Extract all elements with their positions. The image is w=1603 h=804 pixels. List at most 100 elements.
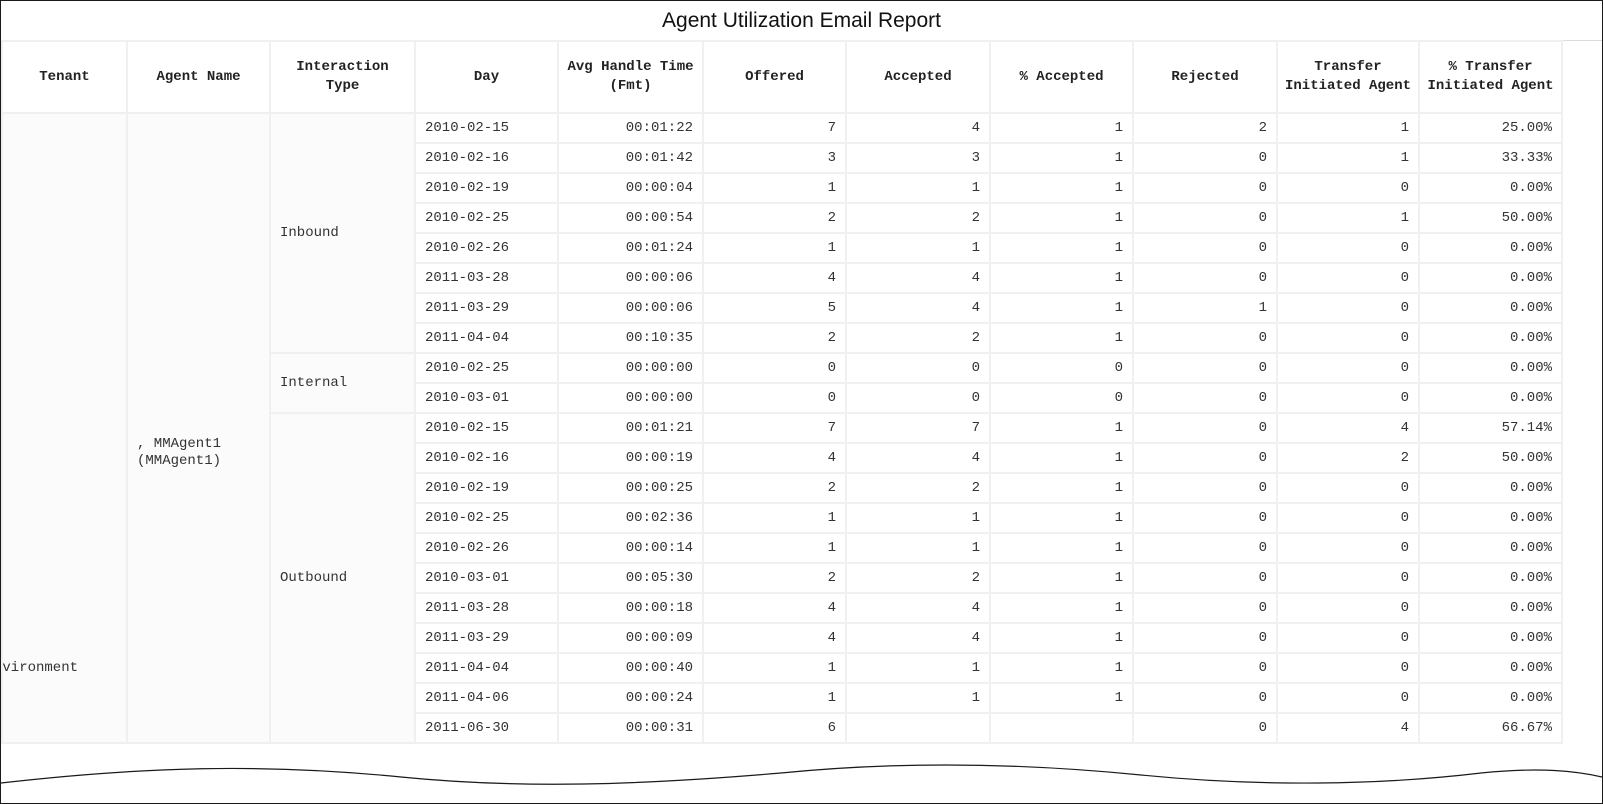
col-header-accepted[interactable]: Accepted bbox=[845, 40, 991, 114]
avg-handle-time-cell: 00:01:42 bbox=[557, 142, 704, 174]
offered-cell: 4 bbox=[702, 262, 847, 294]
col-header-agent-name[interactable]: Agent Name bbox=[126, 40, 271, 114]
transfer-initiated-cell: 0 bbox=[1276, 382, 1420, 414]
report-frame: Agent Utilization Email Report Tenant Ag… bbox=[0, 0, 1603, 804]
pct-transfer-initiated-cell: 57.14% bbox=[1418, 412, 1563, 444]
transfer-initiated-cell: 1 bbox=[1276, 202, 1420, 234]
pct-transfer-initiated-cell: 0.00% bbox=[1418, 382, 1563, 414]
transfer-initiated-cell: 0 bbox=[1276, 232, 1420, 264]
pct-transfer-initiated-cell: 0.00% bbox=[1418, 562, 1563, 594]
day-cell: 2010-02-16 bbox=[414, 142, 559, 174]
pct-accepted-cell: 1 bbox=[989, 532, 1134, 564]
transfer-initiated-cell: 0 bbox=[1276, 292, 1420, 324]
pct-transfer-initiated-cell: 0.00% bbox=[1418, 322, 1563, 354]
day-cell: 2010-02-16 bbox=[414, 442, 559, 474]
pct-transfer-initiated-cell: 0.00% bbox=[1418, 232, 1563, 264]
transfer-initiated-cell: 0 bbox=[1276, 502, 1420, 534]
day-cell: 2010-03-01 bbox=[414, 382, 559, 414]
avg-handle-time-cell: 00:00:00 bbox=[557, 382, 704, 414]
avg-handle-time-cell: 00:00:24 bbox=[557, 682, 704, 714]
rejected-cell: 0 bbox=[1132, 622, 1278, 654]
pct-accepted-cell: 1 bbox=[989, 292, 1134, 324]
accepted-cell: 1 bbox=[845, 232, 991, 264]
col-header-rejected[interactable]: Rejected bbox=[1132, 40, 1278, 114]
offered-cell: 6 bbox=[702, 712, 847, 744]
avg-handle-time-cell: 00:01:24 bbox=[557, 232, 704, 264]
day-cell: 2010-02-25 bbox=[414, 202, 559, 234]
agent-name-cell: , MMAgent1 (MMAgent1) bbox=[126, 112, 271, 744]
col-header-day[interactable]: Day bbox=[414, 40, 559, 114]
day-cell: 2011-04-04 bbox=[414, 652, 559, 684]
col-header-pct-accepted[interactable]: % Accepted bbox=[989, 40, 1134, 114]
rejected-cell: 0 bbox=[1132, 412, 1278, 444]
pct-transfer-initiated-cell: 50.00% bbox=[1418, 442, 1563, 474]
interaction-type-cell: Inbound bbox=[269, 112, 416, 354]
pct-transfer-initiated-cell: 33.33% bbox=[1418, 142, 1563, 174]
avg-handle-time-cell: 00:00:31 bbox=[557, 712, 704, 744]
avg-handle-time-cell: 00:02:36 bbox=[557, 502, 704, 534]
day-cell: 2010-02-25 bbox=[414, 502, 559, 534]
transfer-initiated-cell: 0 bbox=[1276, 622, 1420, 654]
day-cell: 2010-02-25 bbox=[414, 352, 559, 384]
rejected-cell: 0 bbox=[1132, 472, 1278, 504]
rejected-cell: 0 bbox=[1132, 232, 1278, 264]
pct-accepted-cell: 0 bbox=[989, 382, 1134, 414]
accepted-cell: 1 bbox=[845, 172, 991, 204]
rejected-cell: 2 bbox=[1132, 112, 1278, 144]
day-cell: 2010-02-15 bbox=[414, 412, 559, 444]
pct-transfer-initiated-cell: 0.00% bbox=[1418, 592, 1563, 624]
day-cell: 2011-03-29 bbox=[414, 292, 559, 324]
transfer-initiated-cell: 0 bbox=[1276, 172, 1420, 204]
offered-cell: 7 bbox=[702, 412, 847, 444]
offered-cell: 2 bbox=[702, 322, 847, 354]
pct-transfer-initiated-cell: 25.00% bbox=[1418, 112, 1563, 144]
transfer-initiated-cell: 4 bbox=[1276, 412, 1420, 444]
transfer-initiated-cell: 0 bbox=[1276, 352, 1420, 384]
pct-transfer-initiated-cell: 0.00% bbox=[1418, 622, 1563, 654]
col-header-tenant[interactable]: Tenant bbox=[1, 40, 128, 114]
col-header-interaction-type[interactable]: Interaction Type bbox=[269, 40, 416, 114]
pct-transfer-initiated-cell: 0.00% bbox=[1418, 682, 1563, 714]
table-row[interactable]: nvironment, MMAgent1 (MMAgent1) Inbound 20… bbox=[1, 112, 1563, 744]
pct-accepted-cell: 1 bbox=[989, 652, 1134, 684]
pct-accepted-cell: 1 bbox=[989, 622, 1134, 654]
agent-name: , MMAgent1 (MMAgent1) bbox=[137, 436, 222, 469]
rejected-cell: 1 bbox=[1132, 292, 1278, 324]
offered-cell: 1 bbox=[702, 172, 847, 204]
transfer-initiated-cell: 0 bbox=[1276, 322, 1420, 354]
pct-accepted-cell: 1 bbox=[989, 442, 1134, 474]
day-cell: 2011-04-04 bbox=[414, 322, 559, 354]
avg-handle-time-cell: 00:05:30 bbox=[557, 562, 704, 594]
accepted-cell: 4 bbox=[845, 292, 991, 324]
rejected-cell: 0 bbox=[1132, 262, 1278, 294]
accepted-cell: 1 bbox=[845, 532, 991, 564]
transfer-initiated-cell: 0 bbox=[1276, 652, 1420, 684]
accepted-cell: 1 bbox=[845, 502, 991, 534]
avg-handle-time-cell: 00:01:21 bbox=[557, 412, 704, 444]
pct-transfer-initiated-cell: 0.00% bbox=[1418, 532, 1563, 564]
transfer-initiated-cell: 1 bbox=[1276, 112, 1420, 144]
pct-transfer-initiated-cell: 66.67% bbox=[1418, 712, 1563, 744]
transfer-initiated-cell: 2 bbox=[1276, 442, 1420, 474]
col-header-offered[interactable]: Offered bbox=[702, 40, 847, 114]
offered-cell: 7 bbox=[702, 112, 847, 144]
pct-accepted-cell: 1 bbox=[989, 112, 1134, 144]
avg-handle-time-cell: 00:00:09 bbox=[557, 622, 704, 654]
tenant-cell: nvironment bbox=[1, 112, 128, 744]
rejected-cell: 0 bbox=[1132, 592, 1278, 624]
avg-handle-time-cell: 00:00:06 bbox=[557, 262, 704, 294]
pct-transfer-initiated-cell: 0.00% bbox=[1418, 472, 1563, 504]
avg-handle-time-cell: 00:00:40 bbox=[557, 652, 704, 684]
pct-accepted-cell: 1 bbox=[989, 232, 1134, 264]
pct-accepted-cell: 1 bbox=[989, 202, 1134, 234]
pct-transfer-initiated-cell: 0.00% bbox=[1418, 352, 1563, 384]
day-cell: 2010-02-26 bbox=[414, 232, 559, 264]
col-header-pct-transfer-initiated-agent[interactable]: % Transfer Initiated Agent bbox=[1418, 40, 1563, 114]
transfer-initiated-cell: 0 bbox=[1276, 592, 1420, 624]
col-header-transfer-initiated-agent[interactable]: Transfer Initiated Agent bbox=[1276, 40, 1420, 114]
col-header-avg-handle-time[interactable]: Avg Handle Time (Fmt) bbox=[557, 40, 704, 114]
day-cell: 2010-02-19 bbox=[414, 472, 559, 504]
avg-handle-time-cell: 00:00:19 bbox=[557, 442, 704, 474]
offered-cell: 1 bbox=[702, 682, 847, 714]
rejected-cell: 0 bbox=[1132, 442, 1278, 474]
